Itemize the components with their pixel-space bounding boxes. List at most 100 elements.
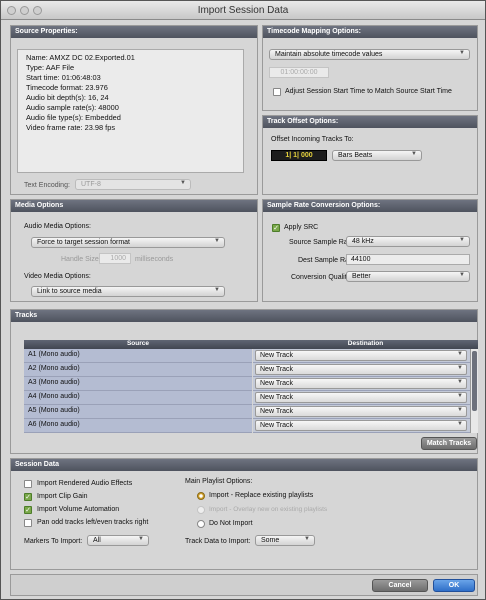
markers-select[interactable]: All ▼ — [87, 535, 149, 546]
title-bar[interactable]: Import Session Data — [1, 1, 485, 20]
chevron-down-icon: ▼ — [457, 379, 463, 385]
tracks-table-header: Source Destination — [24, 340, 478, 349]
chevron-down-icon: ▼ — [457, 393, 463, 399]
track-destination-select[interactable]: New Track ▼ — [255, 420, 467, 431]
session-data-header: Session Data — [11, 459, 477, 471]
apply-src-label: Apply SRC — [284, 224, 319, 231]
import-clip-gain-checkbox[interactable]: ✓ — [24, 493, 32, 501]
video-media-label: Video Media Options: — [24, 273, 91, 280]
source-rate-value: 48 kHz — [352, 238, 374, 245]
chevron-down-icon: ▼ — [457, 365, 463, 371]
track-data-label: Track Data to Import: — [185, 538, 251, 545]
playlist-replace-radio[interactable] — [197, 492, 205, 500]
timecode-field[interactable]: 01:00:00:00 — [269, 67, 329, 78]
chevron-down-icon: ▼ — [457, 351, 463, 357]
table-row[interactable]: A4 (Mono audio) New Track ▼ — [24, 391, 478, 405]
tracks-scrollbar[interactable] — [470, 349, 478, 433]
timecode-mapping-select[interactable]: Maintain absolute timecode values ▼ — [269, 49, 470, 60]
import-rendered-effects-checkbox[interactable] — [24, 480, 32, 488]
chevron-down-icon: ▼ — [459, 237, 465, 243]
handle-size-label: Handle Size: — [61, 256, 101, 263]
track-data-value: Some — [261, 537, 280, 544]
pan-odd-even-checkbox[interactable] — [24, 519, 32, 527]
handle-size-field[interactable]: 1000 — [99, 253, 131, 264]
source-rate-select[interactable]: 48 kHz ▼ — [346, 236, 470, 247]
tracks-header: Tracks — [11, 310, 477, 322]
video-media-select[interactable]: Link to source media ▼ — [31, 286, 225, 297]
track-destination-value: New Track — [260, 422, 294, 429]
table-row[interactable]: A6 (Mono audio) New Track ▼ — [24, 419, 478, 433]
timecode-mapping-header: Timecode Mapping Options: — [263, 26, 477, 38]
quality-value: Better — [352, 273, 371, 280]
window-title: Import Session Data — [197, 5, 289, 16]
video-media-value: Link to source media — [37, 288, 102, 295]
adjust-start-time-label: Adjust Session Start Time to Match Sourc… — [285, 88, 452, 95]
track-destination-select[interactable]: New Track ▼ — [255, 406, 467, 417]
track-source: A4 (Mono audio) — [24, 391, 252, 405]
offset-counter[interactable]: 1| 1| 000 — [271, 150, 327, 161]
import-rendered-effects-label: Import Rendered Audio Effects — [37, 480, 133, 487]
col-source: Source — [126, 340, 150, 347]
chevron-down-icon: ▼ — [304, 536, 310, 542]
track-data-select[interactable]: Some ▼ — [255, 535, 315, 546]
track-destination-value: New Track — [260, 394, 294, 401]
track-destination-select[interactable]: New Track ▼ — [255, 392, 467, 403]
source-line: Timecode format: 23.976 — [26, 83, 108, 92]
audio-media-value: Force to target session format — [37, 239, 130, 246]
text-encoding-value: UTF-8 — [81, 181, 101, 188]
source-line: Audio bit depth(s): 16, 24 — [26, 93, 109, 102]
track-destination-value: New Track — [260, 380, 294, 387]
offset-unit-select[interactable]: Bars Beats ▼ — [332, 150, 422, 161]
playlist-do-not-import-radio[interactable] — [197, 520, 205, 528]
dest-rate-field[interactable]: 44100 — [346, 254, 470, 265]
track-offset-header: Track Offset Options: — [263, 116, 477, 128]
source-line: Audio file type(s): Embedded — [26, 113, 121, 122]
playlist-overlay-label: Import - Overlay new on existing playlis… — [209, 506, 328, 513]
track-source: A3 (Mono audio) — [24, 377, 252, 391]
adjust-start-time-checkbox[interactable] — [273, 88, 281, 96]
chevron-down-icon: ▼ — [459, 272, 465, 278]
chevron-down-icon: ▼ — [180, 180, 186, 186]
track-destination-value: New Track — [260, 352, 294, 359]
track-destination-select[interactable]: New Track ▼ — [255, 364, 467, 375]
playlist-overlay-radio[interactable] — [197, 506, 205, 514]
track-destination-select[interactable]: New Track ▼ — [255, 378, 467, 389]
offset-label: Offset Incoming Tracks To: — [271, 136, 354, 143]
pan-odd-even-label: Pan odd tracks left/even tracks right — [37, 519, 149, 526]
cancel-button[interactable]: Cancel — [372, 579, 428, 592]
chevron-down-icon: ▼ — [411, 151, 417, 157]
scrollbar-thumb[interactable] — [472, 351, 477, 411]
audio-media-select[interactable]: Force to target session format ▼ — [31, 237, 225, 248]
chevron-down-icon: ▼ — [214, 287, 220, 293]
track-source: A1 (Mono audio) — [24, 349, 252, 363]
quality-select[interactable]: Better ▼ — [346, 271, 470, 282]
table-row[interactable]: A1 (Mono audio) New Track ▼ — [24, 349, 478, 363]
import-volume-automation-label: Import Volume Automation — [37, 506, 120, 513]
playlist-do-not-import-label: Do Not Import — [209, 520, 253, 527]
sample-rate-header: Sample Rate Conversion Options: — [263, 200, 477, 212]
col-destination: Destination — [347, 340, 384, 347]
import-clip-gain-label: Import Clip Gain — [37, 493, 88, 500]
source-properties-header: Source Properties: — [11, 26, 257, 38]
track-destination-select[interactable]: New Track ▼ — [255, 350, 467, 361]
ok-button[interactable]: OK — [433, 579, 475, 592]
apply-src-checkbox[interactable]: ✓ — [272, 224, 280, 232]
table-row[interactable]: A3 (Mono audio) New Track ▼ — [24, 377, 478, 391]
quality-label: Conversion Quality: — [291, 274, 353, 281]
media-options-header: Media Options — [11, 200, 257, 212]
source-properties-box: Name: AMXZ DC 02.Exported.01 Type: AAF F… — [17, 49, 244, 173]
source-line: Video frame rate: 23.98 fps — [26, 123, 116, 132]
table-row[interactable]: A5 (Mono audio) New Track ▼ — [24, 405, 478, 419]
match-tracks-button[interactable]: Match Tracks — [421, 437, 477, 450]
track-destination-value: New Track — [260, 366, 294, 373]
text-encoding-select[interactable]: UTF-8 ▼ — [75, 179, 191, 190]
text-encoding-label: Text Encoding: — [24, 182, 70, 189]
import-volume-automation-checkbox[interactable]: ✓ — [24, 506, 32, 514]
main-playlist-label: Main Playlist Options: — [185, 478, 253, 485]
source-line: Start time: 01:06:48:03 — [26, 73, 101, 82]
track-source: A5 (Mono audio) — [24, 405, 252, 419]
chevron-down-icon: ▼ — [459, 50, 465, 56]
source-line: Type: AAF File — [26, 63, 75, 72]
table-row[interactable]: A2 (Mono audio) New Track ▼ — [24, 363, 478, 377]
session-data-panel: Session Data — [10, 458, 478, 570]
